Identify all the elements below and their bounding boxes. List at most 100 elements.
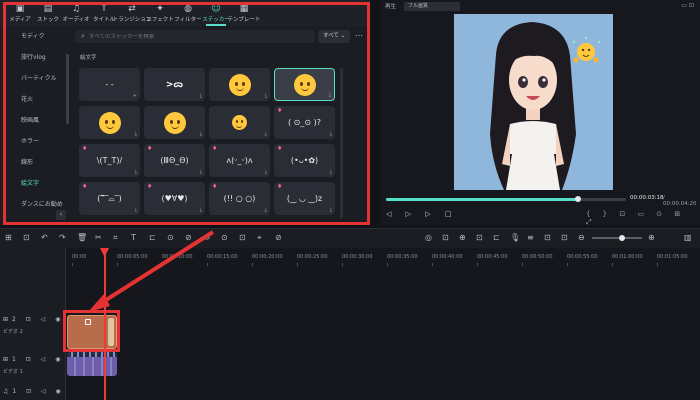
search-input[interactable] bbox=[88, 33, 299, 40]
video-clip[interactable] bbox=[67, 352, 117, 376]
toolbar-icon[interactable]: ⊘ bbox=[275, 233, 282, 242]
sticker-clip-handle[interactable] bbox=[108, 318, 114, 346]
sticker-tile[interactable]: ( ⊙_⊙ )? ♦ ⤓ bbox=[274, 106, 335, 139]
track-header[interactable]: ⊞2 ⊡ ◁ ◉ ビデオ 2 bbox=[0, 304, 66, 344]
tab-1[interactable]: ▤ ストック bbox=[34, 0, 62, 26]
toolbar-icon[interactable]: ↶ bbox=[41, 233, 48, 242]
toolbar-right-icon[interactable]: ⊕ bbox=[459, 233, 466, 242]
sticker-tile[interactable]: >ᯅ< ⤓ bbox=[144, 68, 205, 101]
sticker-tile[interactable]: ʌ(ᵕ_ᵕ)ʌ ♦ ⤓ bbox=[209, 144, 270, 177]
toolbar-icon[interactable]: ⊡ bbox=[23, 233, 30, 242]
preview-progress-bar[interactable] bbox=[386, 196, 626, 202]
category-item[interactable]: 映画風 bbox=[0, 110, 72, 131]
category-item[interactable]: 絵文字 bbox=[0, 173, 72, 194]
tab-7[interactable]: ☺ ステッカー bbox=[202, 0, 230, 26]
toolbar-right-icon[interactable]: ⊡ bbox=[442, 233, 449, 242]
sticker-tile[interactable]: (•ᴗ•✿) ♦ ⤓ bbox=[274, 144, 335, 177]
sticker-grid-scrollbar[interactable] bbox=[340, 68, 343, 218]
sticker-tile[interactable]: ⤓ bbox=[209, 106, 270, 139]
category-item[interactable]: 線形 bbox=[0, 152, 72, 173]
download-icon[interactable]: ⤓ bbox=[200, 131, 202, 137]
toolbar-right-icon[interactable]: ◎ bbox=[425, 233, 432, 242]
sticker-tile[interactable]: ⤓ bbox=[144, 106, 205, 139]
download-icon[interactable]: ⤓ bbox=[265, 131, 267, 137]
tab-4[interactable]: ⇄ トランジション bbox=[113, 0, 152, 26]
sticker-clip[interactable] bbox=[67, 315, 117, 349]
track-controls[interactable]: ♫1 ⊡ ◁ ◉ bbox=[3, 388, 65, 395]
zoom-in-icon[interactable]: ⊕ bbox=[648, 233, 655, 242]
tab-6[interactable]: ◍ フィルター bbox=[174, 0, 202, 26]
sticker-tile[interactable]: \(T_T)/ ♦ ⤓ bbox=[79, 144, 140, 177]
download-icon[interactable]: ⤓ bbox=[265, 169, 267, 175]
quality-dropdown[interactable]: フル画質 bbox=[404, 1, 461, 11]
toolbar-right-icon[interactable]: ⊖ bbox=[578, 233, 585, 242]
sticker-tile[interactable]: (‾᷅‾⌓‾) ♦ ⤓ bbox=[79, 182, 140, 215]
toolbar-icon[interactable]: ⊡ bbox=[239, 233, 246, 242]
toolbar-right-icon[interactable]: 🎙 bbox=[510, 233, 520, 242]
download-icon[interactable]: ⤓ bbox=[135, 131, 137, 137]
toolbar-icon[interactable]: ⟲ bbox=[203, 233, 210, 242]
category-item[interactable]: 花火 bbox=[0, 89, 72, 110]
timeline-zoom-slider[interactable] bbox=[592, 235, 642, 241]
add-badge[interactable]: + bbox=[133, 93, 137, 99]
toolbar-icon[interactable]: ⌗ bbox=[113, 233, 118, 243]
toolbar-icon[interactable]: ✂ bbox=[95, 233, 102, 242]
sticker-tile[interactable]: (!! ○ ○) ♦ ⤓ bbox=[209, 182, 270, 215]
playback-controls[interactable]: ◁ ▷ ▷ □ bbox=[386, 210, 457, 218]
sticker-tile[interactable]: (♥∀♥) ♦ ⤓ bbox=[144, 182, 205, 215]
download-icon[interactable]: ⤓ bbox=[330, 207, 332, 213]
view-toggle-icon[interactable]: ▥ bbox=[684, 233, 692, 242]
toolbar-icon[interactable]: ⊘ bbox=[185, 233, 192, 242]
search-box[interactable]: ⌕ bbox=[75, 30, 315, 43]
category-item[interactable]: 旅行vlog bbox=[0, 47, 72, 68]
download-icon[interactable]: ⤓ bbox=[200, 207, 202, 213]
sticker-tile[interactable]: ⤓ bbox=[79, 106, 140, 139]
timeline-zoom-knob[interactable] bbox=[619, 235, 625, 241]
collapse-sidebar-button[interactable]: ‹ bbox=[56, 210, 66, 220]
track-controls[interactable]: ⊞1 ⊡ ◁ ◉ bbox=[3, 356, 64, 363]
download-icon[interactable]: ⤓ bbox=[329, 92, 331, 98]
tab-5[interactable]: ✦ エフェクト bbox=[146, 0, 174, 26]
toolbar-icon[interactable]: ⊙ bbox=[167, 233, 174, 242]
tab-0[interactable]: ▣ メディア bbox=[6, 0, 34, 26]
sticker-tile[interactable]: ⤓ bbox=[274, 68, 335, 101]
category-item[interactable]: ホラー bbox=[0, 131, 72, 152]
category-scrollbar[interactable] bbox=[66, 54, 69, 124]
sticker-tile[interactable]: (ⅢΘ_Θ) ♦ ⤓ bbox=[144, 144, 205, 177]
toolbar-right-icon[interactable]: ⊡ bbox=[561, 233, 568, 242]
preview-canvas[interactable] bbox=[454, 14, 613, 190]
track-controls[interactable]: ⊞2 ⊡ ◁ ◉ bbox=[3, 316, 64, 323]
category-item[interactable]: パーティクル bbox=[0, 68, 72, 89]
toolbar-icon[interactable]: ↷ bbox=[59, 233, 66, 242]
toolbar-icon[interactable]: ⌖ bbox=[257, 233, 262, 243]
sticker-tile[interactable]: ⤓ bbox=[209, 68, 270, 101]
sticker-tile[interactable]: (‿ ◡ ‿)z ♦ ⤓ bbox=[274, 182, 335, 215]
timeline-ruler[interactable]: 00:00 00:00:05:00 00:00:10:00 00:00:15:00 00… bbox=[66, 252, 700, 266]
download-icon[interactable]: ⤓ bbox=[330, 169, 332, 175]
more-options-button[interactable]: ⋯ bbox=[354, 30, 364, 43]
download-icon[interactable]: ⤓ bbox=[265, 207, 267, 213]
preview-tool-buttons[interactable]: { } ⊡ ▭ ⊙ ⊞ ⤢ bbox=[586, 210, 700, 227]
toolbar-icon[interactable]: T bbox=[131, 233, 136, 242]
filter-dropdown[interactable]: すべて ⌄ bbox=[318, 30, 350, 43]
tab-2[interactable]: ♫ オーディオ bbox=[62, 0, 90, 26]
track-header[interactable]: ♫1 ⊡ ◁ ◉オーディオ 1 bbox=[0, 376, 66, 400]
download-icon[interactable]: ⤓ bbox=[200, 169, 202, 175]
toolbar-icon[interactable]: ⊙ bbox=[221, 233, 228, 242]
tab-8[interactable]: ▦ テンプレート bbox=[228, 0, 261, 26]
playhead[interactable] bbox=[104, 248, 106, 400]
download-icon[interactable]: ⤓ bbox=[200, 93, 202, 99]
toolbar-icon[interactable]: ⊞ bbox=[5, 233, 12, 242]
toolbar-right-icon[interactable]: ⊏ bbox=[493, 233, 500, 242]
download-icon[interactable]: ⤓ bbox=[265, 93, 267, 99]
category-item[interactable]: モディク bbox=[0, 26, 72, 47]
download-icon[interactable]: ⤓ bbox=[135, 207, 137, 213]
toolbar-right-icon[interactable]: ⊡ bbox=[476, 233, 483, 242]
preview-window-buttons[interactable]: ▭ ⊡ bbox=[681, 2, 694, 9]
toolbar-right-icon[interactable]: ≡ bbox=[527, 233, 534, 242]
sticker-tile[interactable]: ‐ ‐ + bbox=[79, 68, 140, 101]
preview-progress-knob[interactable] bbox=[575, 196, 581, 202]
download-icon[interactable]: ⤓ bbox=[330, 131, 332, 137]
download-icon[interactable]: ⤓ bbox=[135, 169, 137, 175]
toolbar-icon[interactable]: ⊏ bbox=[149, 233, 156, 242]
